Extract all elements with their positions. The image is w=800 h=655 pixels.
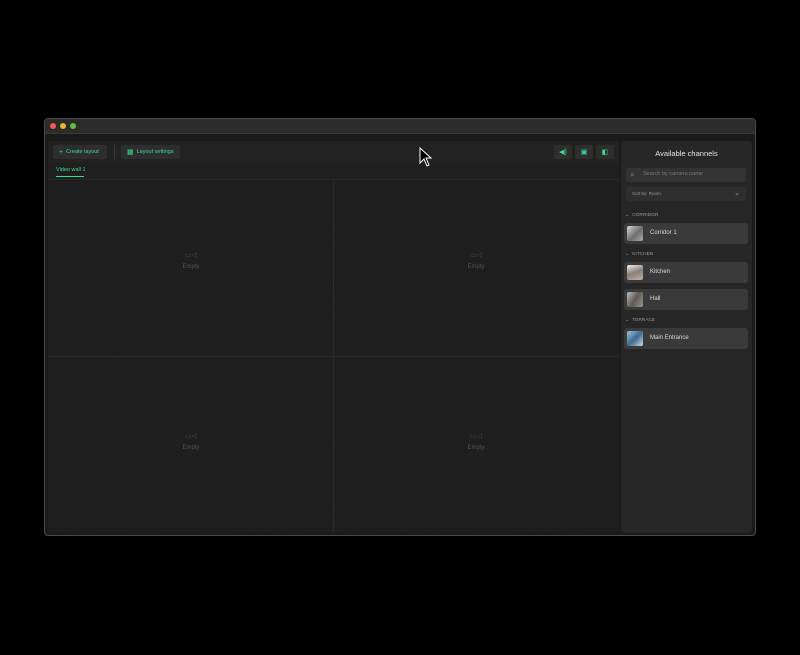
sort-dropdown[interactable]: Sort by: Room ⌄ xyxy=(626,187,746,201)
maximize-window-button[interactable] xyxy=(70,123,76,129)
empty-label: Empty xyxy=(182,264,200,270)
toolbar-divider xyxy=(114,145,115,159)
group-header-corridor[interactable]: ⌄ CORRIDOR xyxy=(625,212,658,218)
camera-off-icon: ▭◁ xyxy=(185,252,197,259)
grid-divider-horizontal xyxy=(48,356,619,357)
channel-item[interactable]: Main Entrance xyxy=(624,328,748,349)
title-bar xyxy=(45,119,755,134)
grid-cell-2[interactable]: ▭◁ Empty xyxy=(446,251,506,270)
close-window-button[interactable] xyxy=(50,123,56,129)
channel-item[interactable]: Kitchen xyxy=(624,262,748,283)
active-tab-indicator xyxy=(56,176,84,177)
plus-icon: + xyxy=(59,148,64,156)
speaker-button[interactable]: ◀) xyxy=(554,145,572,159)
camera-button[interactable]: ▣ xyxy=(575,145,593,159)
channel-name: Corridor 1 xyxy=(650,230,677,236)
grid-divider-vertical xyxy=(333,181,334,533)
group-label: KITCHEN xyxy=(632,252,654,257)
search-field[interactable]: ⌕ Search by camera name xyxy=(626,168,746,182)
camera-off-icon: ▭◁ xyxy=(185,433,197,440)
camera-thumbnail xyxy=(627,292,643,307)
minimize-window-button[interactable] xyxy=(60,123,66,129)
empty-label: Empty xyxy=(182,445,200,451)
grid-cell-3[interactable]: ▭◁ Empty xyxy=(161,432,221,451)
main-area: + Create layout ▦ Layout settings ◀) ▣ ◧… xyxy=(48,141,619,533)
group-label: CORRIDOR xyxy=(632,213,659,218)
speaker-icon: ◀) xyxy=(559,149,567,156)
empty-label: Empty xyxy=(467,445,485,451)
camera-thumbnail xyxy=(627,226,643,241)
camera-icon: ▣ xyxy=(580,149,588,156)
tab-video-wall-1[interactable]: Video wall 1 xyxy=(56,167,86,173)
channels-sidebar: Available channels ⌕ Search by camera na… xyxy=(621,141,752,533)
create-layout-label: Create layout xyxy=(66,149,99,155)
video-grid: ▭◁ Empty ▭◁ Empty ▭◁ Empty ▭◁ Empty xyxy=(48,181,619,533)
camera-off-icon: ▭◁ xyxy=(470,252,482,259)
search-placeholder: Search by camera name xyxy=(643,171,703,177)
channel-name: Main Entrance xyxy=(650,335,689,341)
camera-off-icon: ▭◁ xyxy=(470,433,482,440)
sidebar-panel-icon: ◧ xyxy=(601,149,609,156)
layout-grid-icon: ▦ xyxy=(127,148,134,156)
group-header-kitchen[interactable]: ⌄ KITCHEN xyxy=(625,251,653,257)
channel-name: Hall xyxy=(650,296,661,302)
camera-thumbnail xyxy=(627,331,643,346)
layout-settings-button[interactable]: ▦ Layout settings xyxy=(121,145,180,159)
grid-cell-1[interactable]: ▭◁ Empty xyxy=(161,251,221,270)
chevron-down-icon: ⌄ xyxy=(625,212,630,218)
chevron-down-icon: ⌄ xyxy=(625,251,630,257)
group-label: TERRACE xyxy=(632,318,656,323)
camera-thumbnail xyxy=(627,265,643,280)
sidebar-title: Available channels xyxy=(655,149,718,158)
chevron-down-icon: ⌄ xyxy=(734,190,740,197)
channel-item[interactable]: Hall xyxy=(624,289,748,310)
channel-name: Kitchen xyxy=(650,269,671,275)
toolbar: + Create layout ▦ Layout settings ◀) ▣ ◧ xyxy=(48,141,619,163)
mouse-cursor-icon xyxy=(419,147,433,167)
toggle-sidebar-button[interactable]: ◧ xyxy=(596,145,614,159)
app-window: + Create layout ▦ Layout settings ◀) ▣ ◧… xyxy=(44,118,756,536)
channel-item[interactable]: Corridor 1 xyxy=(624,223,748,244)
group-header-terrace[interactable]: ⌄ TERRACE xyxy=(625,317,655,323)
tab-bar: Video wall 1 xyxy=(48,163,619,180)
sort-label: Sort by: Room xyxy=(632,191,661,196)
create-layout-button[interactable]: + Create layout xyxy=(53,145,107,159)
chevron-down-icon: ⌄ xyxy=(625,317,630,323)
layout-settings-label: Layout settings xyxy=(136,149,174,155)
empty-label: Empty xyxy=(467,264,485,270)
grid-cell-4[interactable]: ▭◁ Empty xyxy=(446,432,506,451)
search-icon: ⌕ xyxy=(630,170,635,179)
